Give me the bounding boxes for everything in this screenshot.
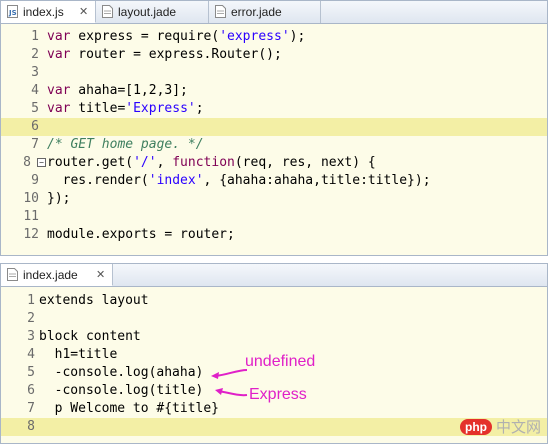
document-file-icon [7, 268, 18, 281]
code-text: -console.log(title) [39, 383, 204, 398]
editor-tab-bar: index.jade ✕ [1, 264, 547, 287]
code-editor-jade[interactable]: 1 extends layout 2 3 block content 4 h1=ti… [1, 287, 547, 443]
tab-label: error.jade [231, 5, 282, 19]
line-number: 1 [27, 293, 35, 308]
code-line: 4 var ahaha=[1,2,3]; [1, 82, 547, 100]
line-number: 12 [23, 227, 39, 242]
annotation-arrow-icon [211, 369, 248, 379]
javascript-file-icon: JS [7, 5, 18, 18]
annotation-express: Express [249, 386, 307, 403]
line-number: 5 [31, 101, 39, 116]
code-text: -console.log(ahaha) [39, 365, 204, 380]
code-line: 1 var express = require('express'); [1, 28, 547, 46]
annotation-undefined: undefined [245, 353, 316, 370]
code-text: var express = require('express'); [47, 29, 306, 44]
code-editor-js[interactable]: 1 var express = require('express'); 2 var … [1, 24, 547, 255]
document-file-icon [102, 5, 113, 18]
editor-pane-index-js: JS index.js ✕ layout.jade error.jade 1 var… [0, 0, 548, 256]
line-number: 8 [23, 155, 31, 170]
close-tab-icon[interactable]: ✕ [79, 1, 88, 23]
code-line: 2 var router = express.Router(); [1, 46, 547, 64]
line-number: 7 [27, 401, 35, 416]
tab-index-jade[interactable]: index.jade ✕ [1, 264, 113, 286]
code-line: 3 [1, 64, 547, 82]
code-line: 5 var title='Express'; [1, 100, 547, 118]
line-number: 3 [27, 329, 35, 344]
line-number: 9 [31, 173, 39, 188]
code-line: 11 [1, 208, 547, 226]
line-number: 11 [23, 209, 39, 224]
current-line: 6 [1, 118, 547, 136]
line-number: 10 [23, 191, 39, 206]
code-text: h1=title [39, 347, 118, 362]
line-number: 8 [27, 419, 35, 434]
code-line: 7 /* GET home page. */ [1, 136, 547, 154]
line-number: 2 [27, 311, 35, 326]
line-number: 6 [27, 383, 35, 398]
svg-text:JS: JS [8, 9, 17, 17]
tab-label: index.jade [23, 268, 78, 282]
code-line: 3 block content [1, 328, 547, 346]
code-line: 9 res.render('index', {ahaha:ahaha,title… [1, 172, 547, 190]
line-number: 6 [31, 119, 39, 134]
code-line: 10}); [1, 190, 547, 208]
code-text: extends layout [39, 293, 149, 308]
line-number: 5 [27, 365, 35, 380]
editor-pane-index-jade: index.jade ✕ 1 extends layout 2 3 block co… [0, 263, 548, 444]
line-number: 1 [31, 29, 39, 44]
watermark-text: 中文网 [495, 419, 541, 436]
code-text: p Welcome to #{title} [39, 401, 220, 416]
tab-error-jade[interactable]: error.jade [209, 1, 321, 23]
code-comment: /* GET home page. */ [47, 137, 204, 152]
annotation-arrow-icon [215, 388, 248, 397]
code-text: var ahaha=[1,2,3]; [47, 83, 188, 98]
line-number: 2 [31, 47, 39, 62]
code-text: router.get('/', function(req, res, next)… [47, 155, 376, 170]
code-text: module.exports = router; [47, 227, 235, 242]
line-number: 7 [31, 137, 39, 152]
code-text: block content [39, 329, 141, 344]
document-file-icon [215, 5, 226, 18]
code-text: }); [47, 191, 71, 206]
code-text: var title='Express'; [47, 101, 204, 116]
tab-label: index.js [23, 5, 64, 19]
tab-index-js[interactable]: JS index.js ✕ [1, 1, 96, 23]
code-line: 12 module.exports = router; [1, 226, 547, 244]
code-line: 8− router.get('/', function(req, res, nex… [1, 154, 547, 172]
fold-collapse-icon[interactable]: − [37, 158, 46, 167]
tab-layout-jade[interactable]: layout.jade [96, 1, 209, 23]
line-number: 4 [27, 347, 35, 362]
line-number: 4 [31, 83, 39, 98]
close-tab-icon[interactable]: ✕ [96, 264, 105, 286]
code-line: 1 extends layout [1, 292, 547, 310]
watermark: php 中文网 [459, 416, 541, 437]
editor-tab-bar: JS index.js ✕ layout.jade error.jade [1, 1, 547, 24]
line-number: 3 [31, 65, 39, 80]
code-text: var router = express.Router(); [47, 47, 282, 62]
code-text: res.render('index', {ahaha:ahaha,title:t… [47, 173, 431, 188]
code-line: 2 [1, 310, 547, 328]
php-logo: php [459, 419, 492, 435]
tab-label: layout.jade [118, 5, 177, 19]
